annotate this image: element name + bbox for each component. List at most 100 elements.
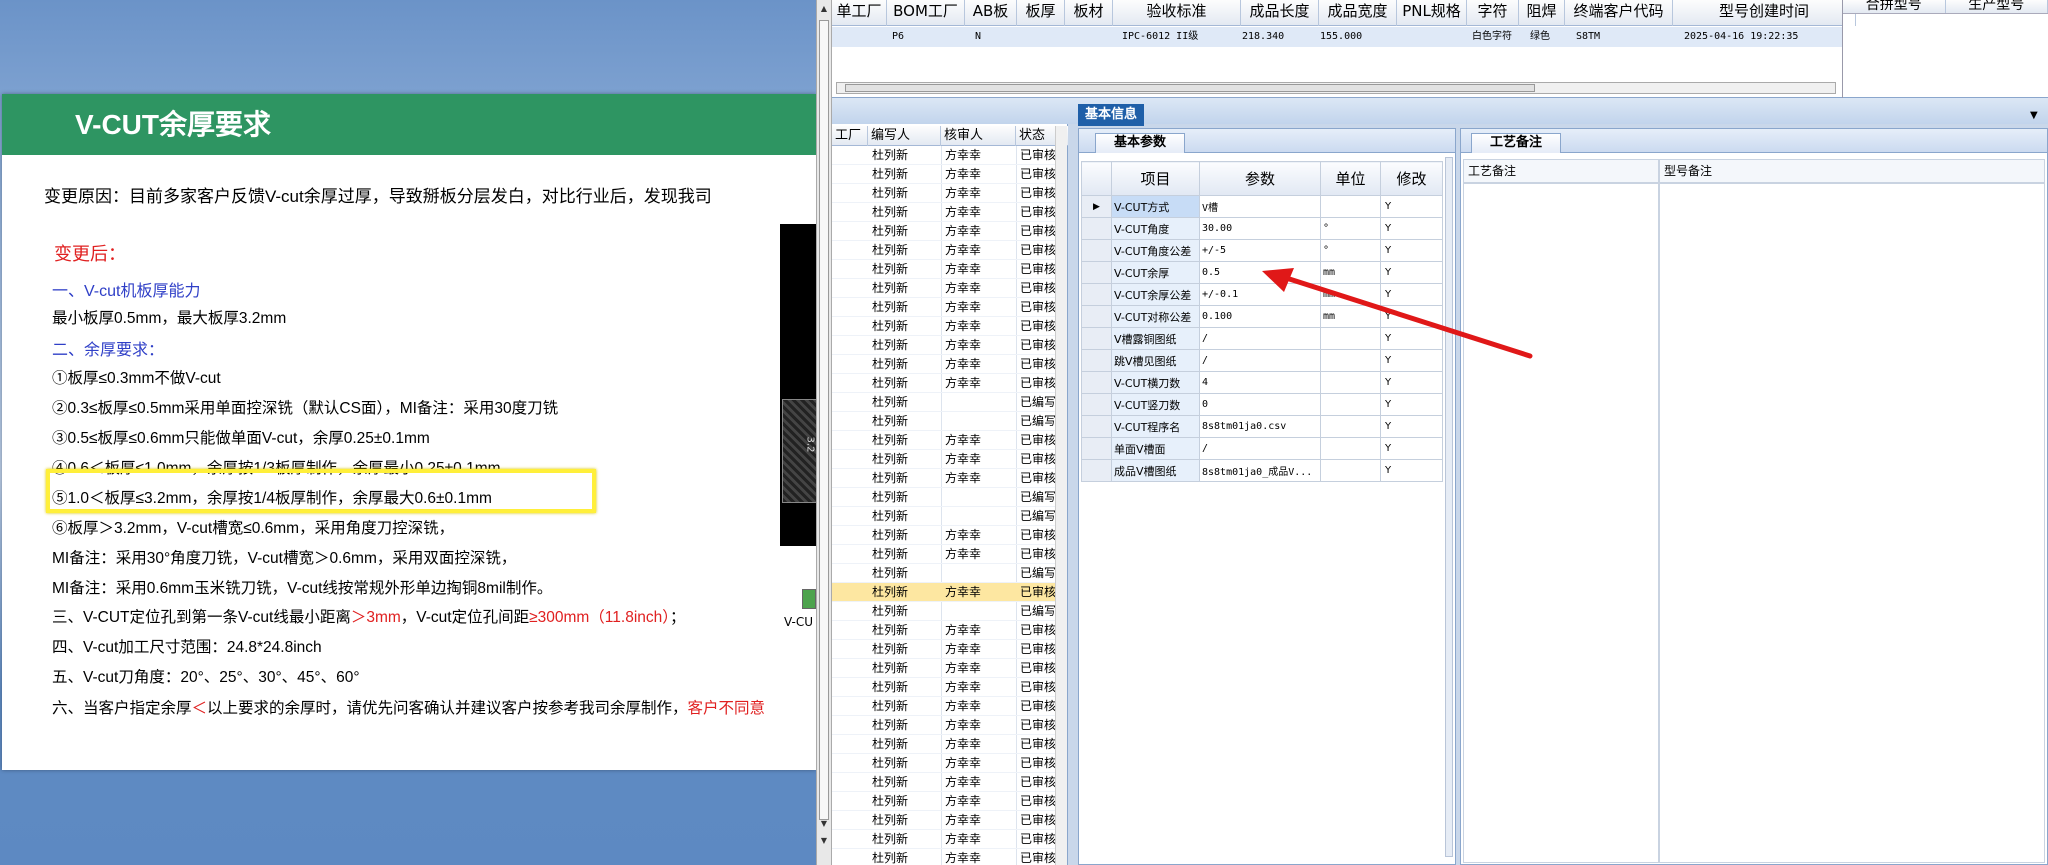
tab-process-notes[interactable]: 工艺备注 [1471, 133, 1561, 153]
list-item[interactable]: 杜列新 方幸幸 已审核 [832, 450, 1058, 469]
list-item[interactable]: 杜列新 方幸幸 已审核 [832, 203, 1058, 222]
param-val[interactable]: / [1199, 349, 1321, 372]
hscroll-thumb[interactable] [845, 84, 1535, 92]
param-col-unit[interactable]: 单位 [1320, 161, 1381, 196]
list-item[interactable]: 杜列新 方幸幸 已审核 [832, 355, 1058, 374]
param-row[interactable]: V-CUT横刀数 4 Y [1081, 371, 1443, 394]
model-notes-textarea[interactable] [1659, 183, 2045, 863]
process-notes-textarea[interactable] [1463, 183, 1659, 863]
list-item[interactable]: 杜列新 已编写 [832, 412, 1058, 431]
param-val[interactable]: / [1199, 437, 1321, 460]
model-col-header[interactable]: 验收标准 [1113, 0, 1241, 26]
param-row[interactable]: 跳V槽见图纸 / Y [1081, 349, 1443, 372]
model-col-header[interactable]: 成品宽度 [1319, 0, 1397, 26]
list-item[interactable]: 杜列新 方幸幸 已审核 [832, 849, 1058, 865]
list-item[interactable]: 杜列新 方幸幸 已审核 [832, 792, 1058, 811]
params-side-scroll[interactable] [1445, 157, 1453, 857]
list-item[interactable]: 杜列新 方幸幸 已审核 [832, 146, 1058, 165]
list-item[interactable]: 杜列新 方幸幸 已审核 [832, 811, 1058, 830]
param-col-modify[interactable]: 修改 [1380, 161, 1443, 196]
list-item[interactable]: 杜列新 方幸幸 已审核 [832, 526, 1058, 545]
param-row[interactable]: ▶ V-CUT方式 V槽 Y [1081, 195, 1443, 218]
param-row[interactable]: V-CUT竖刀数 0 Y [1081, 393, 1443, 416]
embedded-image-icon[interactable] [802, 589, 816, 609]
model-col-header[interactable]: 字符 [1467, 0, 1519, 26]
param-val[interactable]: 4 [1199, 371, 1321, 394]
list-item[interactable]: 杜列新 方幸幸 已审核 [832, 583, 1058, 602]
param-val[interactable]: 8s8tm01ja0.csv [1199, 415, 1321, 438]
pane-scrollbar[interactable]: ▲ ▼ ▼ [816, 0, 832, 865]
param-row[interactable]: V-CUT角度 30.00 ° Y [1081, 217, 1443, 240]
list-item[interactable]: 杜列新 方幸幸 已审核 [832, 298, 1058, 317]
model-col-header[interactable]: 阻焊 [1519, 0, 1565, 26]
list-item[interactable]: 杜列新 方幸幸 已审核 [832, 222, 1058, 241]
list-item[interactable]: 杜列新 方幸幸 已审核 [832, 260, 1058, 279]
collapse-icon[interactable]: ▼ [2030, 110, 2038, 121]
list-item[interactable]: 杜列新 方幸幸 已审核 [832, 374, 1058, 393]
scroll-down-icon[interactable]: ▼ [819, 835, 829, 847]
param-row[interactable]: V-CUT余厚公差 +/-0.1 mm Y [1081, 283, 1443, 306]
record-list-vscroll[interactable] [1055, 126, 1067, 865]
list-item[interactable]: 杜列新 方幸幸 已审核 [832, 545, 1058, 564]
param-val[interactable]: 8s8tm01ja0_成品V... [1199, 459, 1321, 482]
model-col-header[interactable]: 单工厂 [832, 0, 887, 26]
list-item[interactable]: 杜列新 方幸幸 已审核 [832, 469, 1058, 488]
col-status[interactable]: 状态 [1016, 126, 1056, 146]
param-val[interactable]: 0 [1199, 393, 1321, 416]
param-row[interactable]: V-CUT角度公差 +/-5 ° Y [1081, 239, 1443, 262]
list-item[interactable]: 杜列新 方幸幸 已审核 [832, 336, 1058, 355]
param-row[interactable]: 成品V槽图纸 8s8tm01ja0_成品V... Y [1081, 459, 1443, 482]
model-col-header[interactable]: 板材 [1065, 0, 1113, 26]
scroll-down-icon[interactable]: ▼ [819, 818, 829, 830]
list-item[interactable]: 杜列新 方幸幸 已审核 [832, 640, 1058, 659]
col-factory[interactable]: 工厂 [832, 126, 868, 146]
list-item[interactable]: 杜列新 方幸幸 已审核 [832, 165, 1058, 184]
param-val[interactable]: 30.00 [1199, 217, 1321, 240]
list-item[interactable]: 杜列新 方幸幸 已审核 [832, 697, 1058, 716]
col-writer[interactable]: 编写人 [868, 126, 941, 146]
list-item[interactable]: 杜列新 方幸幸 已审核 [832, 754, 1058, 773]
param-row[interactable]: V-CUT程序名 8s8tm01ja0.csv Y [1081, 415, 1443, 438]
model-grid-hscroll[interactable] [836, 82, 1836, 94]
param-val[interactable]: / [1199, 327, 1321, 350]
model-col-header[interactable]: BOM工厂 [887, 0, 965, 26]
param-row[interactable]: 单面V槽面 / Y [1081, 437, 1443, 460]
list-item[interactable]: 杜列新 方幸幸 已审核 [832, 279, 1058, 298]
param-row[interactable]: V-CUT余厚 0.5 mm Y [1081, 261, 1443, 284]
scroll-up-icon[interactable]: ▲ [819, 3, 829, 15]
list-item[interactable]: 杜列新 已编写 [832, 507, 1058, 526]
param-col-value[interactable]: 参数 [1199, 161, 1321, 196]
list-item[interactable]: 杜列新 方幸幸 已审核 [832, 735, 1058, 754]
param-val[interactable]: +/-0.1 [1199, 283, 1321, 306]
list-item[interactable]: 杜列新 方幸幸 已审核 [832, 184, 1058, 203]
list-item[interactable]: 杜列新 方幸幸 已审核 [832, 678, 1058, 697]
param-col-item[interactable]: 项目 [1111, 161, 1200, 196]
list-item[interactable]: 杜列新 方幸幸 已审核 [832, 716, 1058, 735]
model-col-header[interactable]: AB板 [965, 0, 1017, 26]
list-item[interactable]: 杜列新 方幸幸 已审核 [832, 431, 1058, 450]
model-col-header[interactable]: 板厚 [1017, 0, 1065, 26]
param-row[interactable]: V槽露铜图纸 / Y [1081, 327, 1443, 350]
col-reviewer[interactable]: 核审人 [941, 126, 1016, 146]
param-val[interactable]: 0.5 [1199, 261, 1321, 284]
tab-basic-info[interactable]: 基本信息 [1078, 104, 1144, 126]
model-col-header[interactable]: 型号创建时间 [1673, 0, 1856, 26]
list-item[interactable]: 杜列新 已编写 [832, 488, 1058, 507]
model-col-header[interactable]: 成品长度 [1241, 0, 1319, 26]
list-item[interactable]: 杜列新 已编写 [832, 564, 1058, 583]
model-col-header[interactable]: 终端客户代码 [1565, 0, 1673, 26]
param-row[interactable]: V-CUT对称公差 0.100 mm Y [1081, 305, 1443, 328]
param-val[interactable]: V槽 [1199, 195, 1321, 218]
param-val[interactable]: 0.100 [1199, 305, 1321, 328]
list-item[interactable]: 杜列新 方幸幸 已审核 [832, 659, 1058, 678]
list-item[interactable]: 杜列新 已编写 [832, 602, 1058, 621]
scrollbar-thumb[interactable] [819, 20, 829, 820]
list-item[interactable]: 杜列新 方幸幸 已审核 [832, 621, 1058, 640]
model-col-header[interactable]: PNL规格 [1397, 0, 1467, 26]
list-item[interactable]: 杜列新 方幸幸 已审核 [832, 830, 1058, 849]
tab-basic-params[interactable]: 基本参数 [1095, 133, 1185, 153]
list-item[interactable]: 杜列新 方幸幸 已审核 [832, 241, 1058, 260]
list-item[interactable]: 杜列新 方幸幸 已审核 [832, 773, 1058, 792]
list-item[interactable]: 杜列新 已编写 [832, 393, 1058, 412]
param-val[interactable]: +/-5 [1199, 239, 1321, 262]
